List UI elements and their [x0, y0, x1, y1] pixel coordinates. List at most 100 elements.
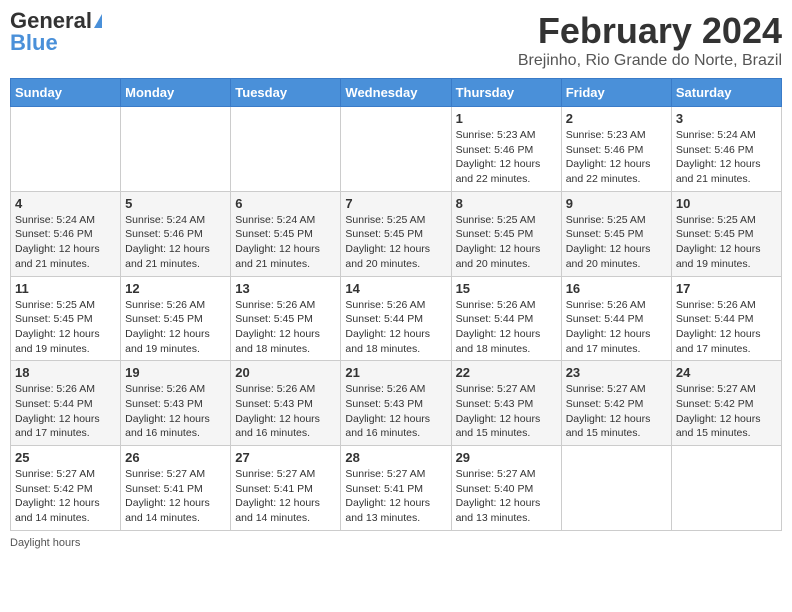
calendar-cell: 20Sunrise: 5:26 AM Sunset: 5:43 PM Dayli… [231, 361, 341, 446]
day-number: 28 [345, 450, 446, 465]
calendar-week: 11 Sunrise: 5:25 AM Sunset: 5:45 PM Dayli… [11, 276, 782, 361]
calendar-cell: 12 Sunrise: 5:26 AM Sunset: 5:45 PM Dayli… [121, 276, 231, 361]
day-info: Sunrise: 5:25 AM Sunset: 5:45 PM Dayligh… [566, 213, 667, 272]
footer: Daylight hours [10, 537, 782, 549]
day-number: 14 [345, 281, 446, 296]
logo-general: General [10, 10, 92, 32]
calendar-cell [671, 446, 781, 531]
dow-header: Tuesday [231, 79, 341, 107]
calendar-cell: 18 Sunrise: 5:26 AM Sunset: 5:44 PM Dayli… [11, 361, 121, 446]
title-area: February 2024 Brejinho, Rio Grande do No… [518, 10, 782, 70]
logo: General Blue [10, 10, 102, 54]
day-number: 29 [456, 450, 557, 465]
day-number: 21 [345, 365, 446, 380]
calendar-cell: 2 Sunrise: 5:23 AM Sunset: 5:46 PM Daylig… [561, 107, 671, 192]
day-info: Sunrise: 5:26 AM Sunset: 5:43 PM Dayligh… [125, 382, 226, 441]
daylight-label: Daylight hours [10, 537, 80, 549]
day-number: 3 [676, 111, 777, 126]
day-info: Sunrise: 5:24 AM Sunset: 5:46 PM Dayligh… [676, 128, 777, 187]
subtitle: Brejinho, Rio Grande do Norte, Brazil [518, 52, 782, 70]
calendar-body: 1 Sunrise: 5:23 AM Sunset: 5:46 PM Daylig… [11, 107, 782, 531]
day-number: 27 [235, 450, 336, 465]
day-info: Sunrise: 5:24 AM Sunset: 5:45 PM Dayligh… [235, 213, 336, 272]
calendar-cell: 21 Sunrise: 5:26 AM Sunset: 5:43 PM Dayli… [341, 361, 451, 446]
calendar-cell: 27 Sunrise: 5:27 AM Sunset: 5:41 PM Dayli… [231, 446, 341, 531]
day-info: Sunrise: 5:27 AM Sunset: 5:41 PM Dayligh… [345, 467, 446, 526]
main-title: February 2024 [518, 10, 782, 52]
calendar-week: 1 Sunrise: 5:23 AM Sunset: 5:46 PM Daylig… [11, 107, 782, 192]
day-info: Sunrise: 5:27 AM Sunset: 5:41 PM Dayligh… [125, 467, 226, 526]
day-info: Sunrise: 5:26 AM Sunset: 5:45 PM Dayligh… [235, 298, 336, 357]
calendar-cell: 4 Sunrise: 5:24 AM Sunset: 5:46 PM Daylig… [11, 191, 121, 276]
calendar-cell: 11 Sunrise: 5:25 AM Sunset: 5:45 PM Dayli… [11, 276, 121, 361]
day-info: Sunrise: 5:27 AM Sunset: 5:41 PM Dayligh… [235, 467, 336, 526]
day-info: Sunrise: 5:26 AM Sunset: 5:44 PM Dayligh… [676, 298, 777, 357]
day-info: Sunrise: 5:26 AM Sunset: 5:44 PM Dayligh… [15, 382, 116, 441]
header: General Blue February 2024 Brejinho, Rio… [10, 10, 782, 70]
calendar-cell: 8 Sunrise: 5:25 AM Sunset: 5:45 PM Daylig… [451, 191, 561, 276]
day-number: 18 [15, 365, 116, 380]
day-info: Sunrise: 5:25 AM Sunset: 5:45 PM Dayligh… [345, 213, 446, 272]
calendar-week: 25Sunrise: 5:27 AM Sunset: 5:42 PM Dayli… [11, 446, 782, 531]
day-info: Sunrise: 5:25 AM Sunset: 5:45 PM Dayligh… [456, 213, 557, 272]
calendar-week: 4 Sunrise: 5:24 AM Sunset: 5:46 PM Daylig… [11, 191, 782, 276]
day-number: 9 [566, 196, 667, 211]
day-number: 10 [676, 196, 777, 211]
day-number: 13 [235, 281, 336, 296]
calendar-cell: 14 Sunrise: 5:26 AM Sunset: 5:44 PM Dayli… [341, 276, 451, 361]
dow-header: Thursday [451, 79, 561, 107]
dow-header: Monday [121, 79, 231, 107]
day-number: 22 [456, 365, 557, 380]
calendar-cell: 22 Sunrise: 5:27 AM Sunset: 5:43 PM Dayli… [451, 361, 561, 446]
calendar-cell: 16Sunrise: 5:26 AM Sunset: 5:44 PM Dayli… [561, 276, 671, 361]
calendar-cell [231, 107, 341, 192]
day-info: Sunrise: 5:23 AM Sunset: 5:46 PM Dayligh… [566, 128, 667, 187]
day-number: 7 [345, 196, 446, 211]
day-of-week-row: SundayMondayTuesdayWednesdayThursdayFrid… [11, 79, 782, 107]
day-info: Sunrise: 5:26 AM Sunset: 5:44 PM Dayligh… [456, 298, 557, 357]
calendar-cell [121, 107, 231, 192]
calendar-cell: 26 Sunrise: 5:27 AM Sunset: 5:41 PM Dayli… [121, 446, 231, 531]
calendar-cell: 6 Sunrise: 5:24 AM Sunset: 5:45 PM Daylig… [231, 191, 341, 276]
calendar-cell [11, 107, 121, 192]
calendar-cell: 28 Sunrise: 5:27 AM Sunset: 5:41 PM Dayli… [341, 446, 451, 531]
calendar-cell: 10Sunrise: 5:25 AM Sunset: 5:45 PM Dayli… [671, 191, 781, 276]
day-info: Sunrise: 5:26 AM Sunset: 5:43 PM Dayligh… [345, 382, 446, 441]
calendar-cell: 15Sunrise: 5:26 AM Sunset: 5:44 PM Dayli… [451, 276, 561, 361]
calendar-cell: 1 Sunrise: 5:23 AM Sunset: 5:46 PM Daylig… [451, 107, 561, 192]
day-info: Sunrise: 5:27 AM Sunset: 5:43 PM Dayligh… [456, 382, 557, 441]
calendar-cell: 13 Sunrise: 5:26 AM Sunset: 5:45 PM Dayli… [231, 276, 341, 361]
calendar-cell: 19Sunrise: 5:26 AM Sunset: 5:43 PM Dayli… [121, 361, 231, 446]
day-info: Sunrise: 5:24 AM Sunset: 5:46 PM Dayligh… [15, 213, 116, 272]
day-number: 17 [676, 281, 777, 296]
day-number: 26 [125, 450, 226, 465]
day-info: Sunrise: 5:25 AM Sunset: 5:45 PM Dayligh… [15, 298, 116, 357]
calendar-cell: 17 Sunrise: 5:26 AM Sunset: 5:44 PM Dayli… [671, 276, 781, 361]
day-number: 23 [566, 365, 667, 380]
day-number: 25 [15, 450, 116, 465]
dow-header: Sunday [11, 79, 121, 107]
day-info: Sunrise: 5:27 AM Sunset: 5:42 PM Dayligh… [566, 382, 667, 441]
day-number: 4 [15, 196, 116, 211]
day-info: Sunrise: 5:26 AM Sunset: 5:45 PM Dayligh… [125, 298, 226, 357]
day-number: 11 [15, 281, 116, 296]
day-number: 1 [456, 111, 557, 126]
day-info: Sunrise: 5:26 AM Sunset: 5:43 PM Dayligh… [235, 382, 336, 441]
calendar-cell: 9 Sunrise: 5:25 AM Sunset: 5:45 PM Daylig… [561, 191, 671, 276]
calendar-cell: 25Sunrise: 5:27 AM Sunset: 5:42 PM Dayli… [11, 446, 121, 531]
day-number: 12 [125, 281, 226, 296]
day-info: Sunrise: 5:24 AM Sunset: 5:46 PM Dayligh… [125, 213, 226, 272]
day-number: 8 [456, 196, 557, 211]
day-info: Sunrise: 5:23 AM Sunset: 5:46 PM Dayligh… [456, 128, 557, 187]
day-number: 6 [235, 196, 336, 211]
dow-header: Friday [561, 79, 671, 107]
calendar-cell [561, 446, 671, 531]
day-info: Sunrise: 5:27 AM Sunset: 5:42 PM Dayligh… [676, 382, 777, 441]
day-number: 2 [566, 111, 667, 126]
calendar-week: 18 Sunrise: 5:26 AM Sunset: 5:44 PM Dayli… [11, 361, 782, 446]
calendar-cell: 29Sunrise: 5:27 AM Sunset: 5:40 PM Dayli… [451, 446, 561, 531]
calendar-cell: 7 Sunrise: 5:25 AM Sunset: 5:45 PM Daylig… [341, 191, 451, 276]
dow-header: Saturday [671, 79, 781, 107]
calendar: SundayMondayTuesdayWednesdayThursdayFrid… [10, 78, 782, 531]
day-info: Sunrise: 5:26 AM Sunset: 5:44 PM Dayligh… [345, 298, 446, 357]
